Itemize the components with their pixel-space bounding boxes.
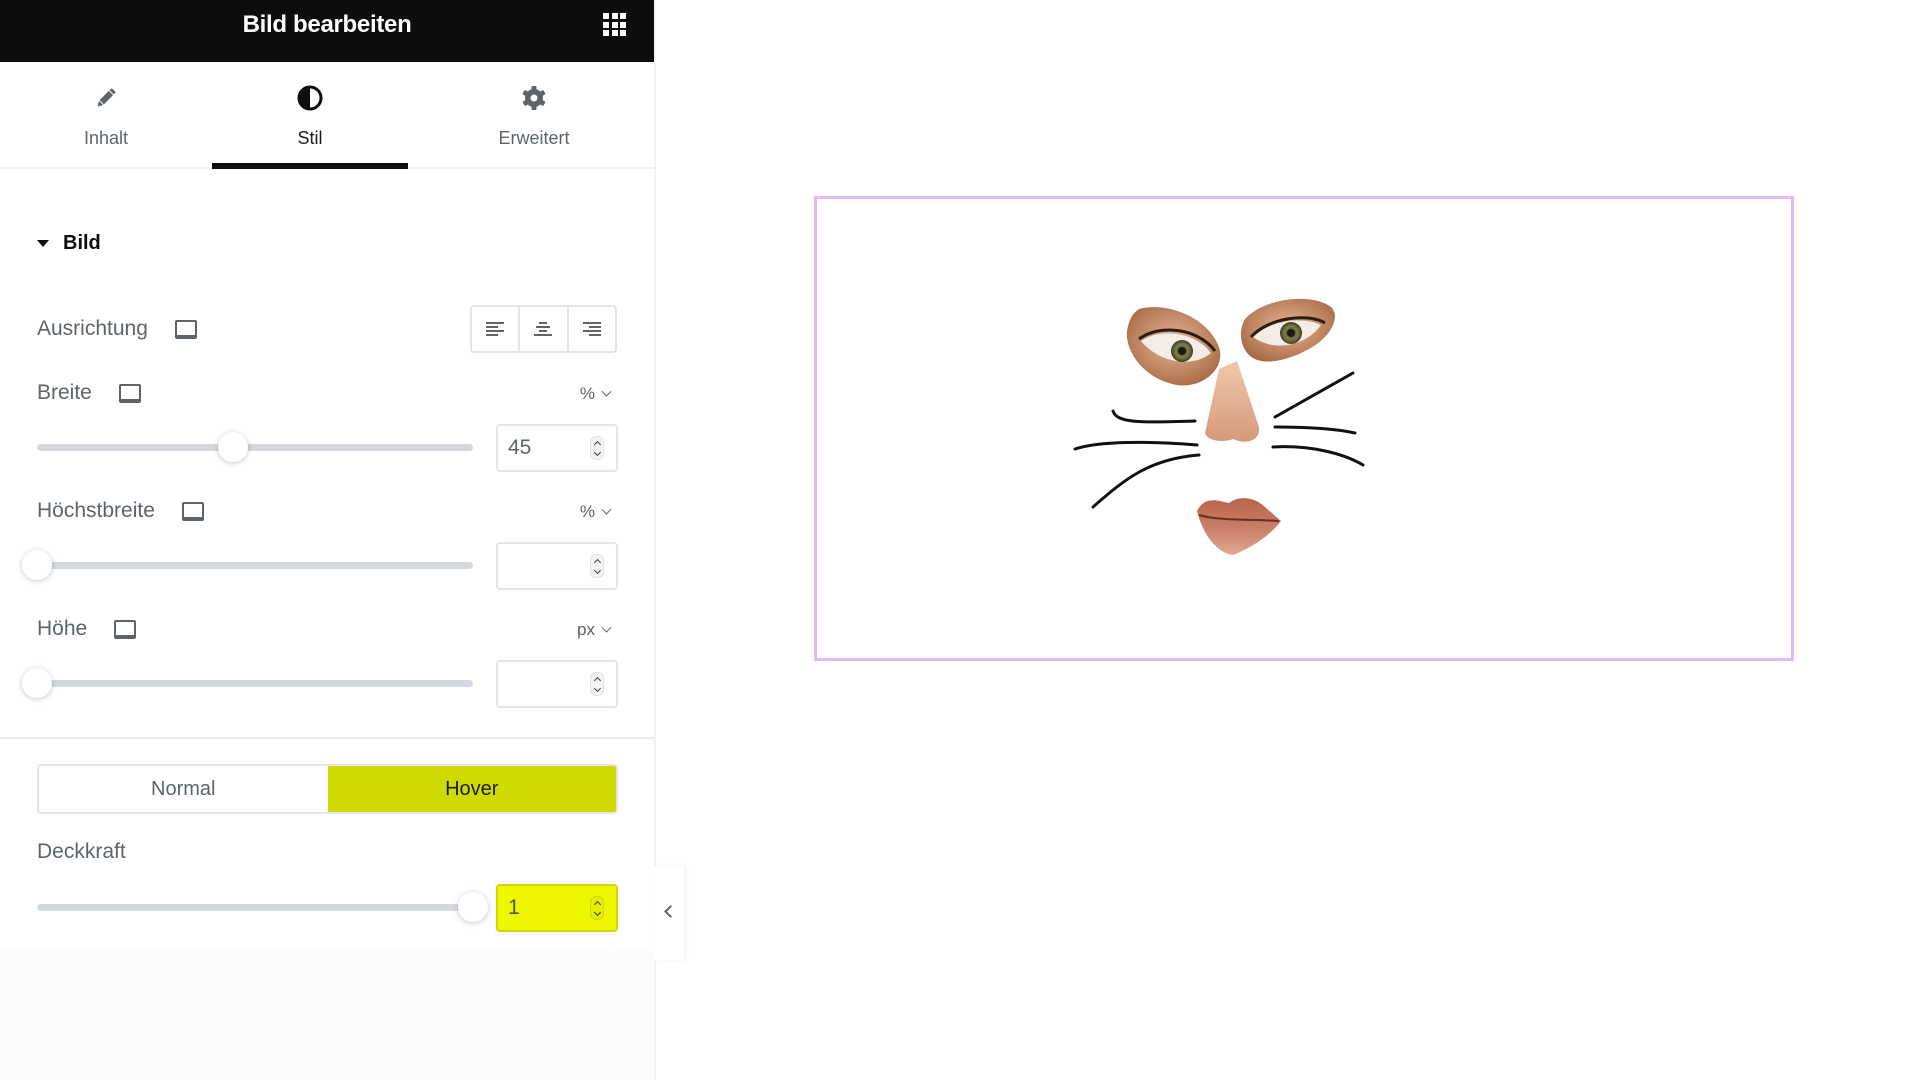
- height-label: Höhe: [37, 617, 88, 640]
- opacity-slider[interactable]: [37, 892, 488, 922]
- align-right-button[interactable]: [569, 307, 615, 351]
- section-title: Bild: [63, 232, 101, 254]
- spinner-icon[interactable]: [590, 436, 604, 460]
- desktop-icon[interactable]: [118, 383, 141, 403]
- slider-handle[interactable]: [458, 892, 488, 922]
- width-label-row: Breite: [37, 381, 141, 405]
- alignment-buttons: [470, 305, 617, 353]
- unit-value: px: [577, 620, 595, 639]
- unit-value: %: [579, 502, 595, 521]
- align-left-button[interactable]: [472, 307, 521, 351]
- caret-down-icon: [37, 240, 49, 247]
- alignment-label-row: Ausrichtung: [37, 317, 197, 341]
- spinner-icon[interactable]: [590, 554, 604, 578]
- cat-face-collage-image[interactable]: [1069, 289, 1499, 579]
- input-value: 45: [508, 436, 532, 459]
- max-width-input[interactable]: [496, 542, 618, 590]
- panel-tabs: Inhalt Stil Erweitert: [0, 62, 654, 169]
- tab-label: Stil: [297, 128, 323, 148]
- contrast-icon: [297, 85, 323, 111]
- panel-header: Bild bearbeiten: [0, 0, 654, 62]
- slider-track: [37, 562, 473, 569]
- unit-value: %: [579, 384, 595, 403]
- height-slider[interactable]: [22, 668, 473, 698]
- slider-handle[interactable]: [22, 550, 52, 580]
- gear-icon: [522, 86, 546, 110]
- slider-handle[interactable]: [22, 668, 52, 698]
- desktop-icon[interactable]: [181, 501, 204, 521]
- grid-icon[interactable]: [603, 13, 626, 36]
- opacity-label-row: Deckkraft: [37, 840, 152, 864]
- width-input[interactable]: 45: [496, 424, 618, 472]
- max-width-slider[interactable]: [22, 550, 473, 580]
- desktop-icon[interactable]: [113, 619, 137, 639]
- nose-shape: [1205, 361, 1260, 442]
- image-widget-frame[interactable]: [814, 196, 1794, 661]
- spinner-icon[interactable]: [590, 896, 604, 920]
- align-center-button[interactable]: [520, 307, 569, 351]
- tab-stil[interactable]: Stil: [212, 62, 408, 169]
- chevron-down-icon: [601, 504, 612, 515]
- section-toggle-bild[interactable]: Bild: [37, 232, 101, 255]
- align-center-icon: [534, 322, 553, 336]
- spinner-icon[interactable]: [590, 672, 604, 696]
- align-right-icon: [582, 322, 601, 336]
- normal-tab-button[interactable]: Normal: [39, 766, 328, 812]
- tab-erweitert[interactable]: Erweitert: [436, 62, 632, 167]
- height-unit-select[interactable]: px: [577, 620, 612, 640]
- width-label: Breite: [37, 381, 92, 404]
- lips-shape: [1197, 498, 1281, 555]
- chevron-down-icon: [601, 386, 612, 397]
- alignment-label: Ausrichtung: [37, 317, 148, 340]
- collapse-panel-button[interactable]: [654, 866, 684, 960]
- editor-panel: Bild bearbeiten Inhalt Stil Erweitert Bi…: [0, 0, 654, 1080]
- height-label-row: Höhe: [37, 617, 137, 641]
- panel-footer-area: [0, 950, 654, 1080]
- width-unit-select[interactable]: %: [579, 384, 612, 404]
- hover-tab-button[interactable]: Hover: [327, 766, 616, 812]
- tab-label: Inhalt: [83, 128, 129, 148]
- slider-handle[interactable]: [218, 432, 249, 462]
- max-width-label-row: Höchstbreite: [37, 499, 204, 523]
- tab-inhalt[interactable]: Inhalt: [8, 62, 204, 167]
- opacity-input[interactable]: 1: [496, 884, 618, 932]
- height-input[interactable]: [496, 660, 618, 708]
- slider-track: [37, 444, 473, 451]
- right-eye-shape: [1240, 298, 1335, 362]
- align-left-icon: [486, 322, 505, 336]
- chevron-left-icon: [664, 905, 677, 918]
- tab-label: Erweitert: [498, 128, 570, 148]
- state-toggle: Normal Hover: [37, 764, 618, 814]
- left-eye-shape: [1126, 307, 1221, 386]
- section-divider: [0, 737, 654, 739]
- max-width-label: Höchstbreite: [37, 499, 155, 522]
- pencil-icon: [97, 88, 116, 107]
- slider-track: [37, 680, 473, 687]
- width-slider[interactable]: [37, 432, 473, 462]
- slider-track: [37, 904, 473, 911]
- input-value: 1: [508, 896, 520, 919]
- desktop-icon[interactable]: [174, 319, 197, 339]
- chevron-down-icon: [601, 622, 612, 633]
- max-width-unit-select[interactable]: %: [579, 502, 612, 522]
- opacity-label: Deckkraft: [37, 840, 126, 863]
- panel-title: Bild bearbeiten: [242, 11, 412, 38]
